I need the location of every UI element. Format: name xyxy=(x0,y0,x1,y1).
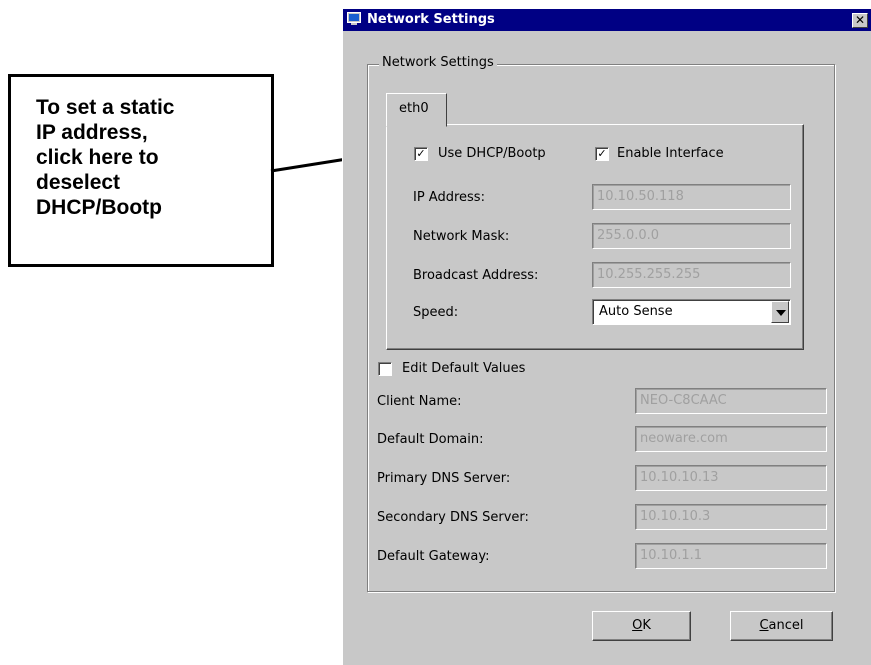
ip-address-field[interactable]: 10.10.50.118 xyxy=(592,184,791,210)
use-dhcp-label[interactable]: Use DHCP/Bootp xyxy=(438,146,546,162)
dropdown-arrow-icon[interactable] xyxy=(771,301,789,323)
default-gateway-label: Default Gateway: xyxy=(377,549,490,564)
tab-eth0[interactable]: eth0 xyxy=(386,93,447,127)
default-domain-field[interactable]: neoware.com xyxy=(635,426,827,452)
cancel-mnemonic: C xyxy=(759,618,769,633)
use-dhcp-checkbox[interactable]: ✓ xyxy=(414,147,428,161)
cancel-label: ancel xyxy=(768,618,804,633)
default-domain-label: Default Domain: xyxy=(377,432,484,447)
enable-interface-label[interactable]: Enable Interface xyxy=(617,146,724,162)
client-name-field[interactable]: NEO-C8CAAC xyxy=(635,388,827,414)
cancel-button[interactable]: Cancel xyxy=(730,611,833,641)
callout-box: To set a static IP address, click here t… xyxy=(8,74,274,267)
group-label: Network Settings xyxy=(379,55,497,71)
client-name-label: Client Name: xyxy=(377,394,462,409)
tab-label: eth0 xyxy=(399,101,429,116)
secondary-dns-field[interactable]: 10.10.10.3 xyxy=(635,504,827,530)
network-mask-field[interactable]: 255.0.0.0 xyxy=(592,223,791,249)
network-mask-label: Network Mask: xyxy=(413,229,510,244)
ok-label: K xyxy=(642,618,651,633)
primary-dns-label: Primary DNS Server: xyxy=(377,471,511,486)
edit-defaults-checkbox[interactable] xyxy=(378,362,392,376)
speed-select[interactable]: Auto Sense xyxy=(592,299,791,325)
ok-mnemonic: O xyxy=(632,618,643,633)
ok-button[interactable]: OK xyxy=(592,611,691,641)
broadcast-address-field[interactable]: 10.255.255.255 xyxy=(592,262,791,288)
secondary-dns-label: Secondary DNS Server: xyxy=(377,510,529,525)
speed-value: Auto Sense xyxy=(599,304,673,319)
edit-defaults-label[interactable]: Edit Default Values xyxy=(402,361,525,377)
callout-text: To set a static IP address, click here t… xyxy=(36,96,175,219)
enable-interface-checkbox[interactable]: ✓ xyxy=(595,147,609,161)
default-gateway-field[interactable]: 10.10.1.1 xyxy=(635,543,827,569)
ip-address-label: IP Address: xyxy=(413,190,485,205)
primary-dns-field[interactable]: 10.10.10.13 xyxy=(635,465,827,491)
speed-label: Speed: xyxy=(413,305,459,320)
broadcast-address-label: Broadcast Address: xyxy=(413,268,539,283)
